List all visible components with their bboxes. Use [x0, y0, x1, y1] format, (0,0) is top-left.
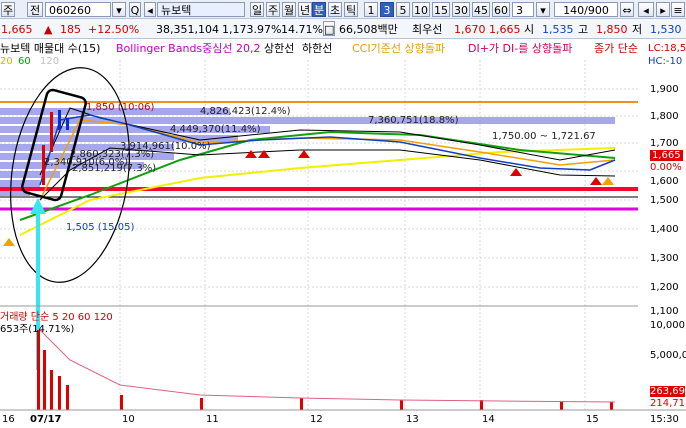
current-price-tag: 1,665 [650, 150, 683, 161]
volume-ma [39, 329, 616, 403]
low-annotation: 1,505 (15:05) [66, 222, 135, 233]
tab-year[interactable]: 년 [298, 2, 312, 17]
volume: 38,351,104 [156, 23, 219, 36]
tab-minute[interactable]: 분 [312, 2, 326, 17]
legend-right-top: LC:18,5 [648, 43, 686, 54]
vp-label-0: 4,826,423(12.4%) [200, 106, 291, 117]
scroll-left-icon[interactable]: ◂ [638, 2, 654, 17]
prev-toggle[interactable]: 전 [27, 2, 43, 17]
tab-tick[interactable]: 틱 [344, 2, 358, 17]
toggle-icon[interactable]: □ [323, 21, 335, 36]
best-value2: 1,665 [489, 23, 521, 36]
legend-dmi[interactable]: DI+가 DI-를 상향돌파 [468, 41, 572, 56]
legend-bollinger[interactable]: Bollinger Bands중심선 20,2 [116, 41, 261, 56]
time-10: 10 [122, 414, 135, 425]
zoom-icon[interactable]: ⇔ [620, 2, 634, 17]
legend-cci[interactable]: CCI기준선 상향돌파 [352, 41, 445, 56]
current-price: 1,665 [1, 23, 33, 36]
time-0717: 07/17 [30, 414, 62, 425]
time-16: 16 [2, 414, 15, 425]
open-value: 1,535 [542, 23, 574, 36]
period-45[interactable]: 45 [472, 2, 490, 17]
period-5[interactable]: 5 [396, 2, 410, 17]
price-change: 185 [60, 23, 81, 36]
search-icon[interactable]: ▾ [112, 2, 126, 17]
chevron-down-icon[interactable]: ▾ [536, 2, 550, 17]
trade-amount: 66,508백만 [339, 23, 398, 36]
open-label: 시 [524, 23, 535, 36]
vol-axis-0: 10,000,000 [650, 320, 686, 331]
period-3[interactable]: 3 [380, 2, 394, 17]
tab-month[interactable]: 월 [282, 2, 296, 17]
prev-stock-icon[interactable]: ◂ [144, 2, 156, 17]
tab-week[interactable]: 주 [266, 2, 280, 17]
vp-label-6: 2,340,910(6.0%) [44, 157, 129, 168]
quote-bar: 1,665 ▲ 185 +12.50% 38,351,104 1,173.97%… [0, 19, 686, 39]
price-change-pct: +12.50% [88, 23, 140, 36]
vp-label-1: 7,360,751(18.8%) [368, 115, 459, 126]
period-select[interactable]: 3 [512, 2, 534, 17]
turnover: 14.71% [281, 23, 323, 36]
period-15[interactable]: 15 [432, 2, 450, 17]
high-annotation: 1,850 (10:06) [86, 102, 155, 113]
scroll-right-icon[interactable]: ▸ [656, 2, 670, 17]
toolbar-top: 주 전 060260 ▾ Q ◂ 뉴보텍 일 주 월 년 분 초 틱 1 3 5… [0, 0, 686, 19]
legend-upper[interactable]: 상한선 [264, 41, 294, 56]
low-label: 저 [632, 23, 643, 36]
axis-1500: 1,500 [650, 195, 679, 206]
axis-1600: 1,600 [650, 176, 679, 187]
search-button[interactable]: Q [129, 2, 141, 17]
range-label: 1,750.00 ~ 1,721.67 [492, 131, 596, 142]
legend-lower[interactable]: 하한선 [302, 41, 332, 56]
axis-1900: 1,900 [650, 84, 679, 95]
orange-arrow-left [3, 238, 15, 246]
time-12: 12 [310, 414, 323, 425]
pct-tag: 0.00% [650, 162, 682, 173]
indicator-legend: 뉴보텍 매물대 수(15) Bollinger Bands중심선 20,2 상한… [0, 40, 686, 57]
volume-pct: 1,173.97% [222, 23, 282, 36]
axis-1200: 1,200 [650, 282, 679, 293]
axis-1300: 1,300 [650, 253, 679, 264]
tab-second[interactable]: 초 [328, 2, 342, 17]
volume-value: 653주(14.71%) [0, 324, 75, 335]
stock-code-input[interactable]: 060260 [45, 2, 111, 17]
best-label: 최우선 [412, 23, 443, 36]
time-14: 14 [482, 414, 495, 425]
axis-1100: 1,100 [650, 306, 679, 317]
week-toggle[interactable]: 주 [1, 2, 15, 17]
legend-title[interactable]: 뉴보텍 매물대 수(15) [0, 41, 100, 56]
data-count[interactable]: 140/900 [554, 2, 618, 17]
period-1[interactable]: 1 [364, 2, 378, 17]
vp-label-2: 4,449,370(11.4%) [170, 124, 261, 135]
axis-1700: 1,700 [650, 138, 679, 149]
time-11: 11 [206, 414, 219, 425]
period-30[interactable]: 30 [452, 2, 470, 17]
vol-axis-1: 5,000,000 [650, 350, 686, 361]
time-1530: 15:30 [650, 414, 679, 425]
axis-1400: 1,400 [650, 224, 679, 235]
vol-tag-1: 214,71 [650, 398, 685, 409]
best-value: 1,670 [454, 23, 486, 36]
legend-close[interactable]: 종가 단순 [594, 41, 638, 56]
stock-name: 뉴보텍 [157, 2, 245, 17]
period-60[interactable]: 60 [492, 2, 510, 17]
high-value: 1,850 [596, 23, 628, 36]
time-13: 13 [406, 414, 419, 425]
stock-name-label: 뉴보텍 [161, 4, 192, 17]
period-10[interactable]: 10 [412, 2, 430, 17]
vol-tag-0: 263,69 [650, 386, 685, 397]
settings-icon[interactable]: ≡ [671, 2, 685, 17]
low-value: 1,530 [650, 23, 682, 36]
tab-day[interactable]: 일 [250, 2, 264, 17]
time-15: 15 [586, 414, 599, 425]
axis-1800: 1,800 [650, 111, 679, 122]
orange-arrow [602, 177, 614, 185]
up-arrow-icon: ▲ [44, 23, 53, 36]
high-label: 고 [578, 23, 589, 36]
